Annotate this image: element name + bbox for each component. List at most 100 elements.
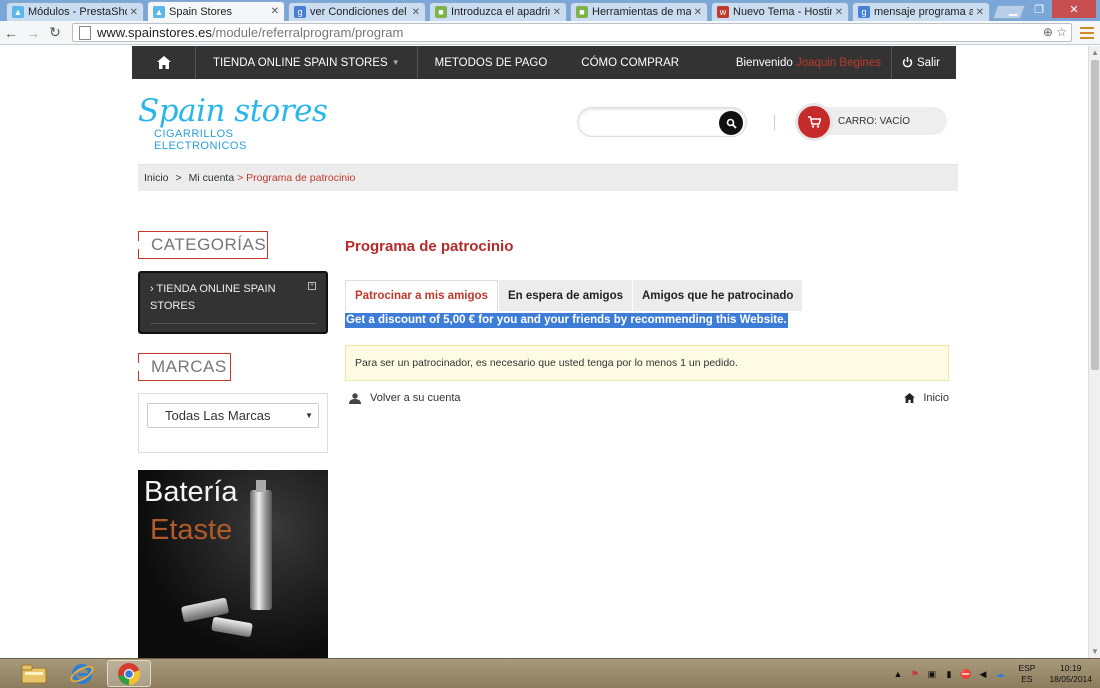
forum-favicon-icon: ■ <box>435 6 447 18</box>
windows-taskbar: ▲ ⚑ ▣ ▮ ⛔ ◀ ☁ ESP ES 10:19 18/05/2014 <box>0 658 1100 688</box>
category-item[interactable]: › TIENDA ONLINE SPAIN STORES <box>150 281 316 315</box>
browser-tab-active[interactable]: ▲ Spain Stores ✕ <box>147 1 285 21</box>
prestashop-favicon-icon: ▲ <box>12 6 24 18</box>
tab-close-icon[interactable]: ✕ <box>835 7 843 18</box>
tab-sponsor-friends[interactable]: Patrocinar a mis amigos <box>345 280 498 311</box>
nav-item-como-comprar[interactable]: CÓMO COMPRAR <box>564 46 696 79</box>
categories-title: CATEGORÍAS <box>138 231 268 259</box>
tab-close-icon[interactable]: ✕ <box>130 7 138 18</box>
scroll-down-icon[interactable]: ▼ <box>1091 647 1099 656</box>
chrome-button[interactable] <box>107 660 151 687</box>
system-clock[interactable]: 10:19 18/05/2014 <box>1049 663 1092 685</box>
tab-title: Nuevo Tema - Hosting <box>733 6 832 18</box>
tab-pending-friends[interactable]: En espera de amigos <box>497 280 632 311</box>
brands-title: MARCAS <box>138 353 231 381</box>
tab-close-icon[interactable]: ✕ <box>271 6 279 17</box>
network-icon[interactable]: ▮ <box>941 669 956 680</box>
breadcrumb-account[interactable]: Mi cuenta <box>189 172 235 184</box>
volume-icon[interactable]: ◀ <box>975 669 990 680</box>
alert-text: Para ser un patrocinador, es necesario q… <box>355 357 738 369</box>
browser-tab[interactable]: ■ Introduzca el apadrinam ✕ <box>429 2 567 21</box>
breadcrumb-home[interactable]: Inicio <box>144 172 169 184</box>
forward-icon[interactable]: → <box>22 25 44 41</box>
tab-close-icon[interactable]: ✕ <box>412 7 420 18</box>
site-logo[interactable]: Spain stores CIGARRILLOS ELECTRONICOS <box>138 94 328 152</box>
zoom-icon[interactable]: ⊕ <box>1043 25 1053 39</box>
brand-select[interactable]: Todas Las Marcas ▼ <box>147 403 319 428</box>
top-navigation: TIENDA ONLINE SPAIN STORES ▼ METODOS DE P… <box>132 46 956 79</box>
browser-tab[interactable]: ▲ Módulos - PrestaShop™ ✕ <box>6 2 144 21</box>
browser-tab[interactable]: g ver Condiciones del pro ✕ <box>288 2 426 21</box>
home-link[interactable]: Inicio <box>904 392 949 404</box>
forum-favicon-icon: ■ <box>576 6 588 18</box>
lang-top: ESP <box>1018 663 1036 673</box>
cart-button[interactable]: CARRO: VACÍO <box>795 103 947 141</box>
expand-icon[interactable]: + <box>308 282 316 290</box>
logo-sub-text: CIGARRILLOS ELECTRONICOS <box>154 128 247 152</box>
tab-title: Spain Stores <box>169 5 232 18</box>
back-to-account-link[interactable]: Volver a su cuenta <box>349 392 461 404</box>
logout-button[interactable]: Salir <box>890 46 956 79</box>
lang-bottom: ES <box>1021 674 1033 684</box>
page-scrollbar[interactable]: ▲ ▼ <box>1088 46 1100 658</box>
browser-tab[interactable]: w Nuevo Tema - Hosting ✕ <box>711 2 849 21</box>
tab-close-icon[interactable]: ✕ <box>976 7 984 18</box>
brand-select-value: Todas Las Marcas <box>165 408 271 423</box>
chevron-down-icon: ▼ <box>305 411 313 420</box>
brands-block: Todas Las Marcas ▼ <box>138 393 328 453</box>
reload-icon[interactable]: ↻ <box>44 24 66 41</box>
search-input[interactable] <box>577 107 747 137</box>
cloud-icon[interactable]: ☁ <box>992 669 1007 680</box>
home-icon <box>904 393 916 403</box>
browser-menu-icon[interactable] <box>1080 24 1094 42</box>
close-window-icon[interactable]: ✕ <box>1052 0 1096 18</box>
tab-close-icon[interactable]: ✕ <box>553 7 561 18</box>
nav-item-tienda[interactable]: TIENDA ONLINE SPAIN STORES ▼ <box>196 46 418 79</box>
minimize-icon[interactable]: ▁ <box>1000 0 1026 18</box>
category-tree: › TIENDA ONLINE SPAIN STORES + <box>138 271 328 334</box>
home-nav-button[interactable] <box>132 46 196 79</box>
nav-item-metodos-pago[interactable]: METODOS DE PAGO <box>418 46 565 79</box>
tray-arrow-icon[interactable]: ▲ <box>890 669 905 679</box>
welcome-text: Bienvenido Joaquin Begines <box>736 57 891 69</box>
tab-sponsored-friends[interactable]: Amigos que he patrocinado <box>632 280 803 311</box>
user-name-link[interactable]: Joaquin Begines <box>796 57 881 69</box>
breadcrumb-current: > Programa de patrocinio <box>234 172 356 184</box>
tab-title: Herramientas de market <box>592 6 691 18</box>
page-title: Programa de patrocinio <box>345 238 514 255</box>
logo-main-text: Spain stores <box>138 93 328 129</box>
tab-title: Introduzca el apadrinam <box>451 6 550 18</box>
nav-item-label: TIENDA ONLINE SPAIN STORES <box>213 56 388 69</box>
search-button[interactable] <box>719 111 743 135</box>
google-favicon-icon: g <box>294 6 306 18</box>
product-banner[interactable]: Batería Etaste <box>138 470 328 658</box>
banner-line1: Batería <box>144 476 238 508</box>
browser-tab[interactable]: g mensaje programa apad ✕ <box>852 2 990 21</box>
internet-explorer-button[interactable] <box>60 660 104 687</box>
browser-tab[interactable]: ■ Herramientas de market ✕ <box>570 2 708 21</box>
bookmark-star-icon[interactable]: ☆ <box>1056 25 1067 39</box>
user-icon <box>349 392 361 404</box>
action-center-icon[interactable]: ⚑ <box>907 669 922 680</box>
app-tray-icon[interactable]: ▣ <box>924 669 939 680</box>
omnibox-icons: ⊕ ☆ <box>1043 25 1067 39</box>
chrome-icon <box>118 662 141 685</box>
window-controls: ▁ ❐ ✕ <box>1000 0 1096 18</box>
home-icon <box>156 56 171 69</box>
cart-label: CARRO: VACÍO <box>838 116 911 127</box>
tab-close-icon[interactable]: ✕ <box>694 7 702 18</box>
scroll-up-icon[interactable]: ▲ <box>1091 48 1099 57</box>
logout-label: Salir <box>916 56 940 69</box>
ecig-battery-image <box>250 480 272 610</box>
language-indicator[interactable]: ESP ES <box>1018 663 1035 685</box>
ecig-part-image <box>211 616 253 638</box>
file-explorer-button[interactable] <box>12 660 56 687</box>
web-page: TIENDA ONLINE SPAIN STORES ▼ METODOS DE P… <box>0 46 1088 658</box>
restore-icon[interactable]: ❐ <box>1026 0 1052 18</box>
clock-date: 18/05/2014 <box>1049 674 1092 684</box>
back-icon[interactable]: ← <box>0 25 22 41</box>
scrollbar-thumb[interactable] <box>1091 60 1099 370</box>
antivirus-icon[interactable]: ⛔ <box>958 669 973 680</box>
address-bar[interactable]: www.spainstores.es/module/referralprogra… <box>72 23 1072 42</box>
tab-title: Módulos - PrestaShop™ <box>28 6 127 18</box>
